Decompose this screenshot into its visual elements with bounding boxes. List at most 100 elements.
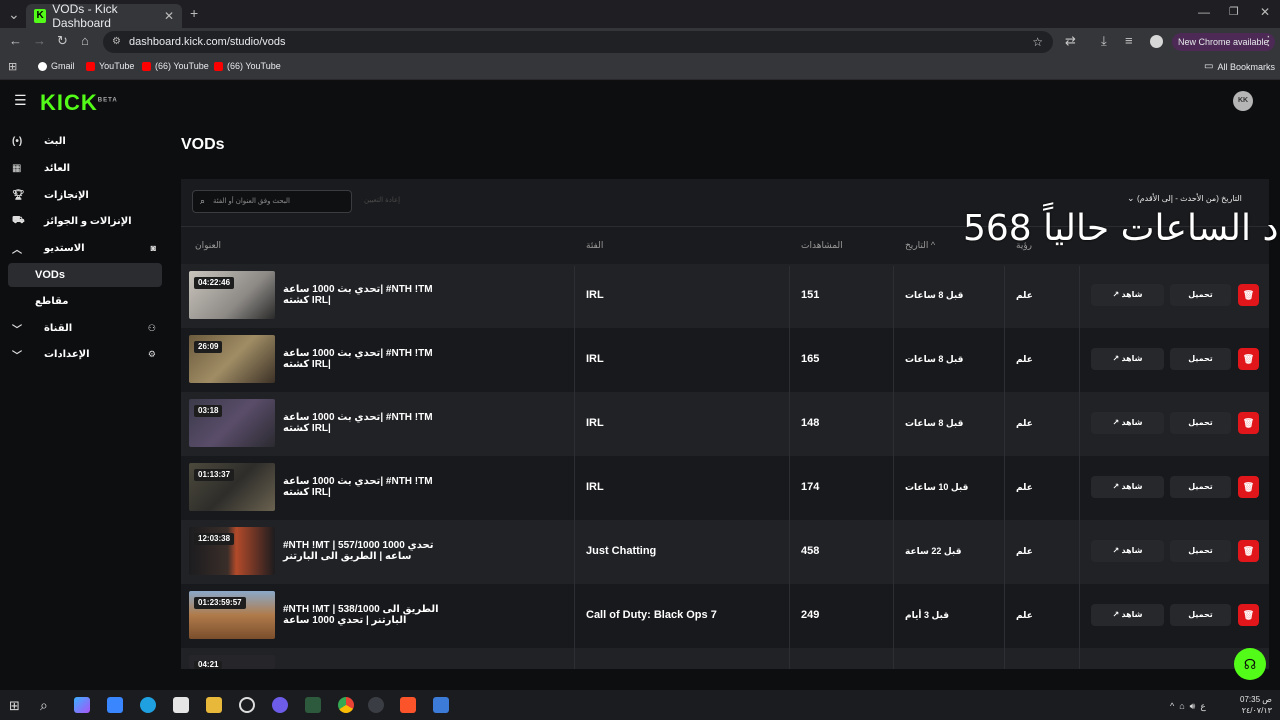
reload-icon[interactable]: ↻ <box>57 33 68 49</box>
reset-button[interactable]: إعادة التعيين <box>364 196 400 204</box>
taskbar-search-icon[interactable]: ⌕ <box>40 697 48 714</box>
vod-visibility: علم <box>1016 418 1033 428</box>
kick-logo[interactable]: KICKBETA <box>40 90 118 116</box>
watch-button[interactable]: ↗ شاهد <box>1091 540 1164 562</box>
watch-button[interactable]: ↗ شاهد <box>1091 412 1164 434</box>
column-header-views[interactable]: المشاهدات <box>801 240 843 251</box>
hours-counter-overlay: عدد الساعات حالياً 568 <box>963 208 1280 249</box>
sidebar-item-revenue[interactable]: ▦ العائد <box>10 156 162 180</box>
close-tab-icon[interactable]: ✕ <box>164 9 174 23</box>
hamburger-menu-icon[interactable]: ☰ <box>14 92 27 109</box>
vod-date: قبل 22 ساعة <box>905 546 962 556</box>
column-header-title[interactable]: العنوان <box>195 240 221 251</box>
sidebar-item-channel[interactable]: ﹀ القناة ⚇ <box>10 316 162 340</box>
new-chrome-button[interactable]: New Chrome available <box>1172 33 1275 51</box>
search-input[interactable]: ⌕ البحث وفق العنوان أو الفئة <box>192 190 352 213</box>
home-icon[interactable]: ⌂ <box>81 33 89 48</box>
bookmark-youtube-66-a[interactable]: (66) YouTube <box>142 61 209 71</box>
sidebar-item-vods[interactable]: VODs <box>10 263 162 287</box>
sidebar-item-settings[interactable]: ﹀ الإعدادات ⚙ <box>10 342 162 366</box>
delete-icon[interactable]: 🗑︎ <box>1238 284 1259 306</box>
date-header-label: التاريخ <box>905 240 929 250</box>
menu-dots-icon[interactable]: ⋮ <box>1262 33 1275 49</box>
sidebar-item-studio[interactable]: ︿ الاستديو ◙ <box>10 236 162 260</box>
delete-icon[interactable]: 🗑︎ <box>1238 604 1259 626</box>
vod-title: #NTH !MT | 557/1000 تحدي 1000 ساعه | الط… <box>283 540 434 562</box>
sort-dropdown[interactable]: ⌄ التاريخ (من الأحدث - إلى الأقدم) <box>1127 193 1242 204</box>
vod-visibility: علم <box>1016 482 1033 492</box>
delete-icon[interactable]: 🗑︎ <box>1238 540 1259 562</box>
site-info-icon[interactable]: ⚙ <box>112 31 121 53</box>
taskbar-clock[interactable]: 07:35 ص ٢٤/٠٧/١٣ <box>1240 694 1272 716</box>
bookmark-youtube-66-b[interactable]: (66) YouTube <box>214 61 281 71</box>
column-header-date[interactable]: التاريخ ^ <box>905 240 935 251</box>
vod-category: IRL <box>586 289 604 301</box>
back-icon[interactable]: ← <box>9 33 22 48</box>
app-shield-icon[interactable] <box>433 697 449 713</box>
new-tab-icon[interactable]: + <box>190 5 198 21</box>
tab-search-icon[interactable]: ⌄ <box>8 6 20 23</box>
vod-visibility: علم <box>1016 610 1033 620</box>
watch-label: شاهد <box>1121 354 1143 363</box>
sidebar-item-clips[interactable]: مقاطع <box>10 289 162 313</box>
forward-icon[interactable]: → <box>33 33 46 48</box>
delete-icon[interactable]: 🗑︎ <box>1238 348 1259 370</box>
vod-date: قبل 8 ساعات <box>905 418 964 428</box>
profile-icon[interactable] <box>1150 35 1163 48</box>
calendar-icon: ▦ <box>12 162 22 174</box>
avatar[interactable]: KK <box>1233 91 1253 111</box>
logo-text: KICK <box>40 90 98 115</box>
bookmark-star-icon[interactable]: ☆ <box>1032 31 1043 53</box>
delete-icon[interactable]: 🗑︎ <box>1238 412 1259 434</box>
store-icon[interactable] <box>173 697 189 713</box>
reading-list-icon[interactable]: ≡ <box>1125 33 1133 48</box>
mail-icon[interactable] <box>107 697 123 713</box>
watch-button[interactable]: ↗ شاهد <box>1091 284 1164 306</box>
apps-grid-icon[interactable]: ⊞ <box>8 60 17 73</box>
column-header-category[interactable]: الفئة <box>586 240 603 251</box>
all-bookmarks[interactable]: ▭ All Bookmarks <box>1204 61 1275 72</box>
translate-icon[interactable]: ⇄ <box>1065 33 1076 49</box>
obs-icon[interactable] <box>368 697 384 713</box>
terminal-icon[interactable] <box>305 697 321 713</box>
vod-visibility: علم <box>1016 354 1033 364</box>
maximize-icon[interactable]: ❐ <box>1229 5 1239 18</box>
windows-start-icon[interactable]: ⊞ <box>9 698 20 714</box>
address-bar[interactable]: ⚙ dashboard.kick.com/studio/vods ☆ <box>103 31 1053 53</box>
vod-date: قبل 3 أيام <box>905 610 950 620</box>
sidebar-item-drops[interactable]: ⛟ الإنزالات و الجوائز <box>10 209 162 233</box>
copilot-icon[interactable] <box>74 697 90 713</box>
delete-icon[interactable]: 🗑︎ <box>1238 476 1259 498</box>
minimize-icon[interactable]: — <box>1198 5 1210 19</box>
openai-icon[interactable] <box>239 697 255 713</box>
chevron-up-icon: ︿ <box>12 244 22 256</box>
watch-label: شاهد <box>1121 610 1143 619</box>
download-button[interactable]: تحميل <box>1170 540 1231 562</box>
vod-views: 249 <box>801 609 820 621</box>
download-button[interactable]: تحميل <box>1170 412 1231 434</box>
watch-button[interactable]: ↗ شاهد <box>1091 476 1164 498</box>
edge-icon[interactable] <box>140 697 156 713</box>
chat-support-button[interactable]: ☊ <box>1234 648 1266 680</box>
browser-tab[interactable]: K VODs - Kick Dashboard ✕ <box>26 2 182 30</box>
sidebar-item-live[interactable]: (•) البث <box>10 129 162 153</box>
download-button[interactable]: تحميل <box>1170 284 1231 306</box>
discord-icon[interactable] <box>272 697 288 713</box>
gear-icon: ⚙ <box>147 348 156 359</box>
bookmark-youtube[interactable]: YouTube <box>86 61 134 71</box>
system-tray[interactable]: ^ ⌂ 🔊︎ ع <box>1170 701 1206 712</box>
download-button[interactable]: تحميل <box>1170 476 1231 498</box>
chrome-icon[interactable] <box>338 697 354 713</box>
download-button[interactable]: تحميل <box>1170 348 1231 370</box>
bookmark-gmail[interactable]: Gmail <box>38 61 75 71</box>
brave-icon[interactable] <box>400 697 416 713</box>
download-icon[interactable]: ⤓ <box>1101 33 1107 49</box>
file-explorer-icon[interactable] <box>206 697 222 713</box>
watch-button[interactable]: ↗ شاهد <box>1091 604 1164 626</box>
sort-asc-icon: ^ <box>930 240 936 250</box>
bookmark-label: (66) YouTube <box>227 61 281 71</box>
close-window-icon[interactable]: ✕ <box>1260 5 1270 19</box>
sidebar-item-achievements[interactable]: 🏆︎ الإنجازات <box>10 183 162 207</box>
watch-button[interactable]: ↗ شاهد <box>1091 348 1164 370</box>
download-button[interactable]: تحميل <box>1170 604 1231 626</box>
